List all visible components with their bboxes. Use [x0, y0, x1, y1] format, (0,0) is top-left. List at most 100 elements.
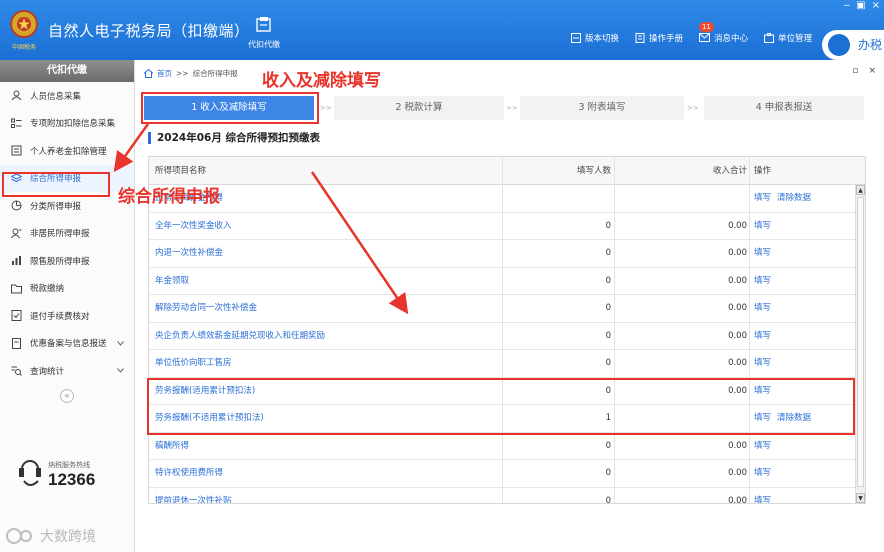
fill-link[interactable]: 填写 [754, 496, 771, 504]
income-item-link[interactable]: 劳务报酬(适用累计预扣法) [155, 378, 500, 405]
fill-link[interactable]: 填写 [754, 413, 771, 423]
fill-link[interactable]: 填写 [754, 441, 771, 451]
operation-cell: 填写 [754, 460, 854, 487]
chat-bubble-icon [828, 34, 850, 56]
table-row: 全年一次性奖金收入 0 0.00 填写 [149, 213, 855, 240]
table-row: 解除劳动合同一次性补偿金 0 0.00 填写 [149, 295, 855, 323]
clear-data-link[interactable]: 清除数据 [777, 413, 811, 423]
sidebar-item[interactable]: 退付手续费核对 [0, 302, 134, 330]
fill-link[interactable]: 填写 [754, 276, 771, 286]
income-total: 0.00 [728, 248, 747, 258]
income-item-link[interactable]: 全年一次性奖金收入 [155, 213, 500, 240]
step-schedule-fill[interactable]: 3 附表填写 [520, 96, 684, 120]
filled-count: 0 [605, 468, 611, 478]
sidebar-item-label: 综合所得申报 [30, 174, 82, 185]
operation-cell: 填写 [754, 378, 854, 405]
withholding-func-button[interactable]: 代扣代缴 [240, 16, 288, 50]
sidebar-item[interactable]: 优惠备案与信息报送 [0, 330, 134, 358]
unit-manage-link[interactable]: 单位管理 [763, 32, 812, 44]
operation-cell: 填写 清除数据 [754, 405, 854, 432]
maximize-button[interactable]: ▣ [856, 0, 865, 11]
step-separator: >> [687, 104, 699, 112]
scroll-down-button[interactable]: ▼ [856, 493, 865, 503]
tax-assistant-button[interactable]: 办税 [822, 30, 884, 60]
operation-cell: 填写 [754, 240, 854, 267]
sidebar-item[interactable]: 个人养老金扣除管理 [0, 137, 134, 165]
filled-count: 1 [605, 413, 611, 423]
table-row: 特许权使用费所得 0 0.00 填写 [149, 460, 855, 488]
tax-emblem-icon [10, 10, 38, 38]
income-item-link[interactable]: 单位低价向职工售房 [155, 350, 500, 377]
operation-cell: 填写 [754, 433, 854, 460]
income-item-link[interactable]: 解除劳动合同一次性补偿金 [155, 295, 500, 322]
fill-link[interactable]: 填写 [754, 386, 771, 396]
income-item-link[interactable]: 劳务报酬(不适用累计预扣法) [155, 405, 500, 432]
sidebar-item-label: 优惠备案与信息报送 [30, 339, 107, 350]
fill-link[interactable]: 填写 [754, 221, 771, 231]
collapse-toggle-button[interactable]: « [60, 388, 74, 403]
income-item-link[interactable]: 央企负责人绩效薪金延期兑现收入和任期奖励 [155, 323, 500, 350]
fill-link[interactable]: 填写 [754, 193, 771, 203]
table-row: 提前退休一次性补贴 0 0.00 填写 [149, 488, 855, 504]
table-row: 劳务报酬(不适用累计预扣法) 1 填写 清除数据 [149, 405, 855, 433]
step-separator: >> [320, 104, 332, 112]
sidebar-item[interactable]: 税款缴纳 [0, 275, 134, 303]
version-switch-link[interactable]: 版本切换 [570, 32, 619, 44]
step-separator: >> [506, 104, 518, 112]
income-item-link[interactable]: 稿酬所得 [155, 433, 500, 460]
sidebar-item[interactable]: 专项附加扣除信息采集 [0, 110, 134, 138]
sidebar-item[interactable]: 综合所得申报 [0, 164, 134, 192]
income-total [611, 405, 747, 432]
minimize-button[interactable]: ‒ [844, 0, 850, 11]
sidebar-item[interactable]: 人员信息采集 [0, 82, 134, 110]
income-item-link[interactable]: 年金领取 [155, 268, 500, 295]
income-total: 0.00 [728, 495, 747, 504]
sidebar-item[interactable]: 分类所得申报 [0, 192, 134, 220]
breadcrumb-home-link[interactable]: 首页 [157, 68, 172, 79]
message-center-link[interactable]: 11 消息中心 [698, 22, 748, 44]
sidebar-item[interactable]: 查询统计 [0, 357, 134, 385]
sidebar-item-label: 人员信息采集 [30, 91, 82, 102]
annotation-label-comprehensive: 综合所得申报 [118, 187, 220, 207]
operation-cell: 填写 [754, 323, 854, 350]
filled-count: 0 [605, 358, 611, 368]
sidebar-item[interactable]: 非居民所得申报 [0, 220, 134, 248]
clear-data-link[interactable]: 清除数据 [777, 193, 811, 203]
step-tax-calculation[interactable]: 2 税款计算 [334, 96, 504, 120]
fill-link[interactable]: 填写 [754, 248, 771, 258]
sidebar-title: 代扣代缴 [0, 60, 134, 82]
withholding-func-label: 代扣代缴 [248, 40, 280, 49]
scroll-thumb[interactable] [857, 197, 864, 487]
doc-icon [10, 337, 22, 349]
list-icon [10, 117, 22, 129]
manual-link[interactable]: 操作手册 [635, 32, 683, 44]
fill-link[interactable]: 填写 [754, 303, 771, 313]
step-report-submit[interactable]: 4 申报表报送 [704, 96, 864, 120]
sidebar-item-label: 退付手续费核对 [30, 311, 90, 322]
tab-close-button[interactable]: × [868, 66, 876, 76]
fill-link[interactable]: 填写 [754, 331, 771, 341]
sidebar-item-label: 专项附加扣除信息采集 [30, 119, 116, 130]
watermark-logo-icon [6, 528, 32, 544]
close-window-button[interactable]: × [872, 0, 880, 11]
income-item-link[interactable]: 特许权使用费所得 [155, 460, 500, 487]
message-icon [698, 33, 710, 42]
tab-restore-button[interactable]: ▫ [852, 66, 858, 76]
table-row: 稿酬所得 0 0.00 填写 [149, 433, 855, 460]
income-total: 0.00 [728, 440, 747, 451]
table-scrollbar[interactable]: ▲ ▼ [855, 185, 865, 503]
app-title: 自然人电子税务局（扣缴端） [48, 22, 250, 40]
fill-link[interactable]: 填写 [754, 468, 771, 478]
sidebar-item[interactable]: 限售股所得申报 [0, 247, 134, 275]
income-item-link[interactable]: 提前退休一次性补贴 [155, 488, 500, 504]
step-income-deduction[interactable]: 1 收入及减除填写 [144, 96, 314, 120]
scroll-up-button[interactable]: ▲ [856, 185, 865, 195]
fill-link[interactable]: 填写 [754, 358, 771, 368]
sidebar-item-label: 个人养老金扣除管理 [30, 146, 107, 157]
income-item-link[interactable]: 内退一次性补偿金 [155, 240, 500, 267]
table-row: 内退一次性补偿金 0 0.00 填写 [149, 240, 855, 268]
filled-count: 0 [605, 220, 611, 231]
income-total: 0.00 [728, 220, 747, 231]
filled-count: 0 [605, 440, 611, 451]
bar-icon [10, 255, 22, 267]
